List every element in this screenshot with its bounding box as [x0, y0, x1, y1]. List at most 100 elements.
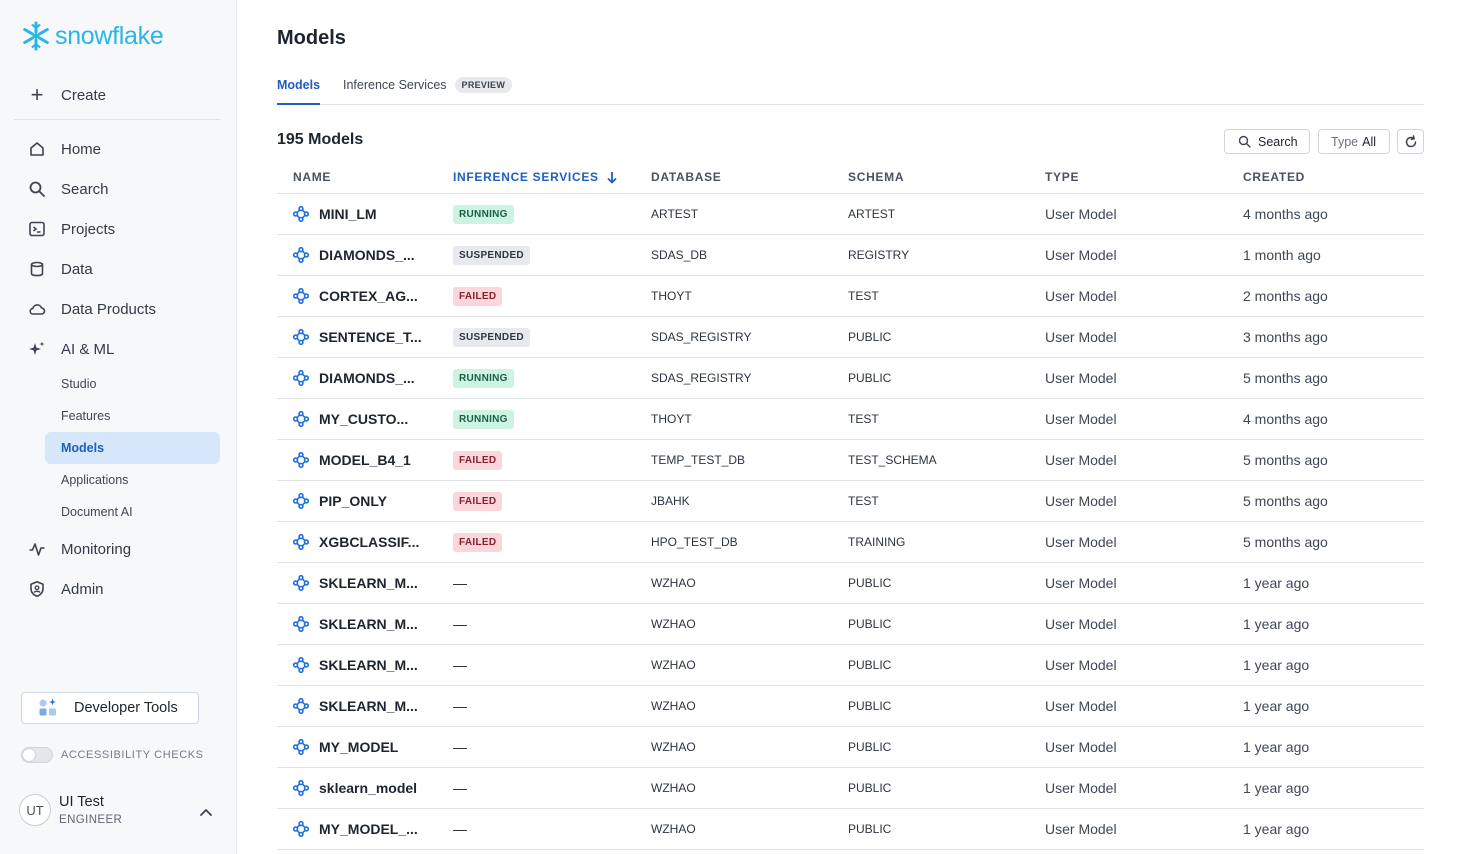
- column-header-schema[interactable]: SCHEMA: [848, 170, 904, 184]
- user-meta: UI Test ENGINEER: [59, 794, 122, 826]
- sidebar-item-features[interactable]: Features: [45, 400, 220, 432]
- database-cell: THOYT: [651, 412, 692, 426]
- table-row[interactable]: MINI_LM RUNNING ARTEST ARTEST User Model 4 mo…: [277, 194, 1424, 235]
- table-row[interactable]: SKLEARN_M... — WZHAO PUBLIC User Model 1 year…: [277, 686, 1424, 727]
- tab-inference-services[interactable]: Inference Services PREVIEW: [343, 70, 513, 105]
- created-cell: 1 year ago: [1243, 780, 1310, 796]
- search-button[interactable]: Search: [1224, 129, 1310, 154]
- sidebar-item-admin[interactable]: Admin: [28, 578, 104, 600]
- database-cell: THOYT: [651, 289, 692, 303]
- column-header-database[interactable]: DATABASE: [651, 170, 722, 184]
- column-header-name[interactable]: NAME: [293, 170, 331, 184]
- type-cell: User Model: [1045, 452, 1117, 468]
- model-icon: [293, 534, 309, 550]
- table-row[interactable]: SENTENCE_T... SUSPENDED SDAS_REGISTRY PUBLI…: [277, 317, 1424, 358]
- user-menu[interactable]: UT UI Test ENGINEER: [19, 794, 122, 826]
- column-header-inference-services[interactable]: INFERENCE SERVICES: [453, 170, 617, 184]
- type-cell: User Model: [1045, 329, 1117, 345]
- accessibility-toggle[interactable]: [21, 747, 53, 763]
- table-row[interactable]: SKLEARN_M... — WZHAO PUBLIC User Model 1 year…: [277, 645, 1424, 686]
- sidebar-item-models[interactable]: Models: [45, 432, 220, 464]
- table-row[interactable]: SKLEARN_M... — WZHAO PUBLIC User Model 1 year…: [277, 563, 1424, 604]
- model-name-cell[interactable]: CORTEX_AG...: [293, 276, 418, 316]
- model-name: MY_MODEL: [319, 739, 399, 755]
- schema-cell: PUBLIC: [848, 822, 892, 836]
- model-name-cell[interactable]: MY_CUSTO...: [293, 399, 408, 439]
- chevron-up-icon[interactable]: [199, 806, 213, 818]
- model-name-cell[interactable]: MODEL_B4_1: [293, 440, 411, 480]
- model-name: MINI_LM: [319, 206, 377, 222]
- column-label: TYPE: [1045, 170, 1080, 184]
- model-name-cell[interactable]: DIAMONDS_...: [293, 358, 415, 398]
- column-header-created[interactable]: CREATED: [1243, 170, 1305, 184]
- schema-cell: PUBLIC: [848, 617, 892, 631]
- accessibility-checks: ACCESSIBILITY CHECKS: [21, 747, 204, 763]
- sidebar-item-applications[interactable]: Applications: [45, 464, 220, 496]
- user-role: ENGINEER: [59, 814, 123, 826]
- refresh-button[interactable]: [1397, 129, 1424, 154]
- model-name-cell[interactable]: MY_MODEL: [293, 727, 398, 767]
- sidebar-item-studio[interactable]: Studio: [45, 368, 220, 400]
- database-cell: WZHAO: [651, 822, 696, 836]
- model-name-cell[interactable]: SKLEARN_M...: [293, 563, 418, 603]
- sidebar-item-ai-ml[interactable]: AI & ML: [28, 338, 114, 360]
- sidebar-item-home[interactable]: Home: [28, 138, 101, 160]
- sidebar-item-data[interactable]: Data: [28, 258, 93, 280]
- inference-service-cell: RUNNING: [453, 194, 514, 234]
- model-name-cell[interactable]: DIAMONDS_...: [293, 235, 415, 275]
- table-row[interactable]: SKLEARN_M... — WZHAO PUBLIC User Model 1 year…: [277, 604, 1424, 645]
- sidebar-item-document-ai[interactable]: Document AI: [45, 496, 220, 528]
- sidebar-item-monitoring[interactable]: Monitoring: [28, 538, 131, 560]
- model-name-cell[interactable]: SKLEARN_M...: [293, 645, 418, 685]
- type-cell: User Model: [1045, 247, 1117, 263]
- created-cell: 1 year ago: [1243, 821, 1310, 837]
- table-row[interactable]: MY_CUSTO... RUNNING THOYT TEST User Model 4 m…: [277, 399, 1424, 440]
- table-row[interactable]: MODEL_B4_1 FAILED TEMP_TEST_DB TEST_SCHEMA U…: [277, 440, 1424, 481]
- plus-icon: +: [30, 82, 44, 107]
- type-cell: User Model: [1045, 698, 1117, 714]
- status-badge: RUNNING: [453, 409, 514, 429]
- model-name-cell[interactable]: MINI_LM: [293, 194, 377, 234]
- status-badge: FAILED: [453, 450, 503, 470]
- database-cell: SDAS_DB: [651, 248, 708, 262]
- table-row[interactable]: DIAMONDS_... SUSPENDED SDAS_DB REGISTRY User…: [277, 235, 1424, 276]
- inference-service-cell: FAILED: [453, 440, 503, 480]
- type-cell: User Model: [1045, 288, 1117, 304]
- table-row[interactable]: MY_MODEL — WZHAO PUBLIC User Model 1 year ago: [277, 727, 1424, 768]
- model-name-cell[interactable]: SENTENCE_T...: [293, 317, 422, 357]
- table-row[interactable]: XGBCLASSIF... FAILED HPO_TEST_DB TRAINING Us…: [277, 522, 1424, 563]
- database-cell: WZHAO: [651, 658, 696, 672]
- model-name-cell[interactable]: SKLEARN_M...: [293, 686, 418, 726]
- model-name: PIP_ONLY: [319, 493, 387, 509]
- model-name-cell[interactable]: PIP_ONLY: [293, 481, 387, 521]
- model-name: XGBCLASSIF...: [319, 534, 420, 550]
- table-row[interactable]: PIP_ONLY FAILED JBAHK TEST User Model 5 month…: [277, 481, 1424, 522]
- type-cell: User Model: [1045, 739, 1117, 755]
- type-filter[interactable]: Type All: [1318, 129, 1390, 154]
- column-label: NAME: [293, 170, 332, 184]
- sidebar-item-projects[interactable]: Projects: [28, 218, 115, 240]
- table-row[interactable]: CORTEX_AG... FAILED THOYT TEST User Model 2 m…: [277, 276, 1424, 317]
- column-header-type[interactable]: TYPE: [1045, 170, 1079, 184]
- developer-tools-button[interactable]: Developer Tools: [21, 692, 199, 724]
- model-name-cell[interactable]: SKLEARN_M...: [293, 604, 418, 644]
- schema-cell: TEST: [848, 494, 879, 508]
- table-row[interactable]: sklearn_model — WZHAO PUBLIC User Model 1 yea…: [277, 768, 1424, 809]
- no-service-dash: —: [453, 657, 467, 673]
- tab-models[interactable]: Models: [277, 70, 321, 105]
- sidebar-item-search[interactable]: Search: [28, 178, 109, 200]
- snowflake-logo[interactable]: snowflake: [20, 20, 164, 52]
- model-name-cell[interactable]: XGBCLASSIF...: [293, 522, 419, 562]
- model-name-cell[interactable]: sklearn_model: [293, 768, 417, 808]
- schema-cell: PUBLIC: [848, 658, 892, 672]
- model-name: SKLEARN_M...: [319, 575, 418, 591]
- database-cell: HPO_TEST_DB: [651, 535, 738, 549]
- sidebar-item-data-products[interactable]: Data Products: [28, 298, 156, 320]
- create-button[interactable]: + Create: [28, 84, 106, 106]
- table-row[interactable]: MY_MODEL_... — WZHAO PUBLIC User Model 1 year…: [277, 809, 1424, 850]
- column-label: CREATED: [1243, 170, 1306, 184]
- inference-service-cell: RUNNING: [453, 358, 514, 398]
- model-name-cell[interactable]: MY_MODEL_...: [293, 809, 418, 849]
- model-icon: [293, 206, 309, 222]
- table-row[interactable]: DIAMONDS_... RUNNING SDAS_REGISTRY PUBLIC Us…: [277, 358, 1424, 399]
